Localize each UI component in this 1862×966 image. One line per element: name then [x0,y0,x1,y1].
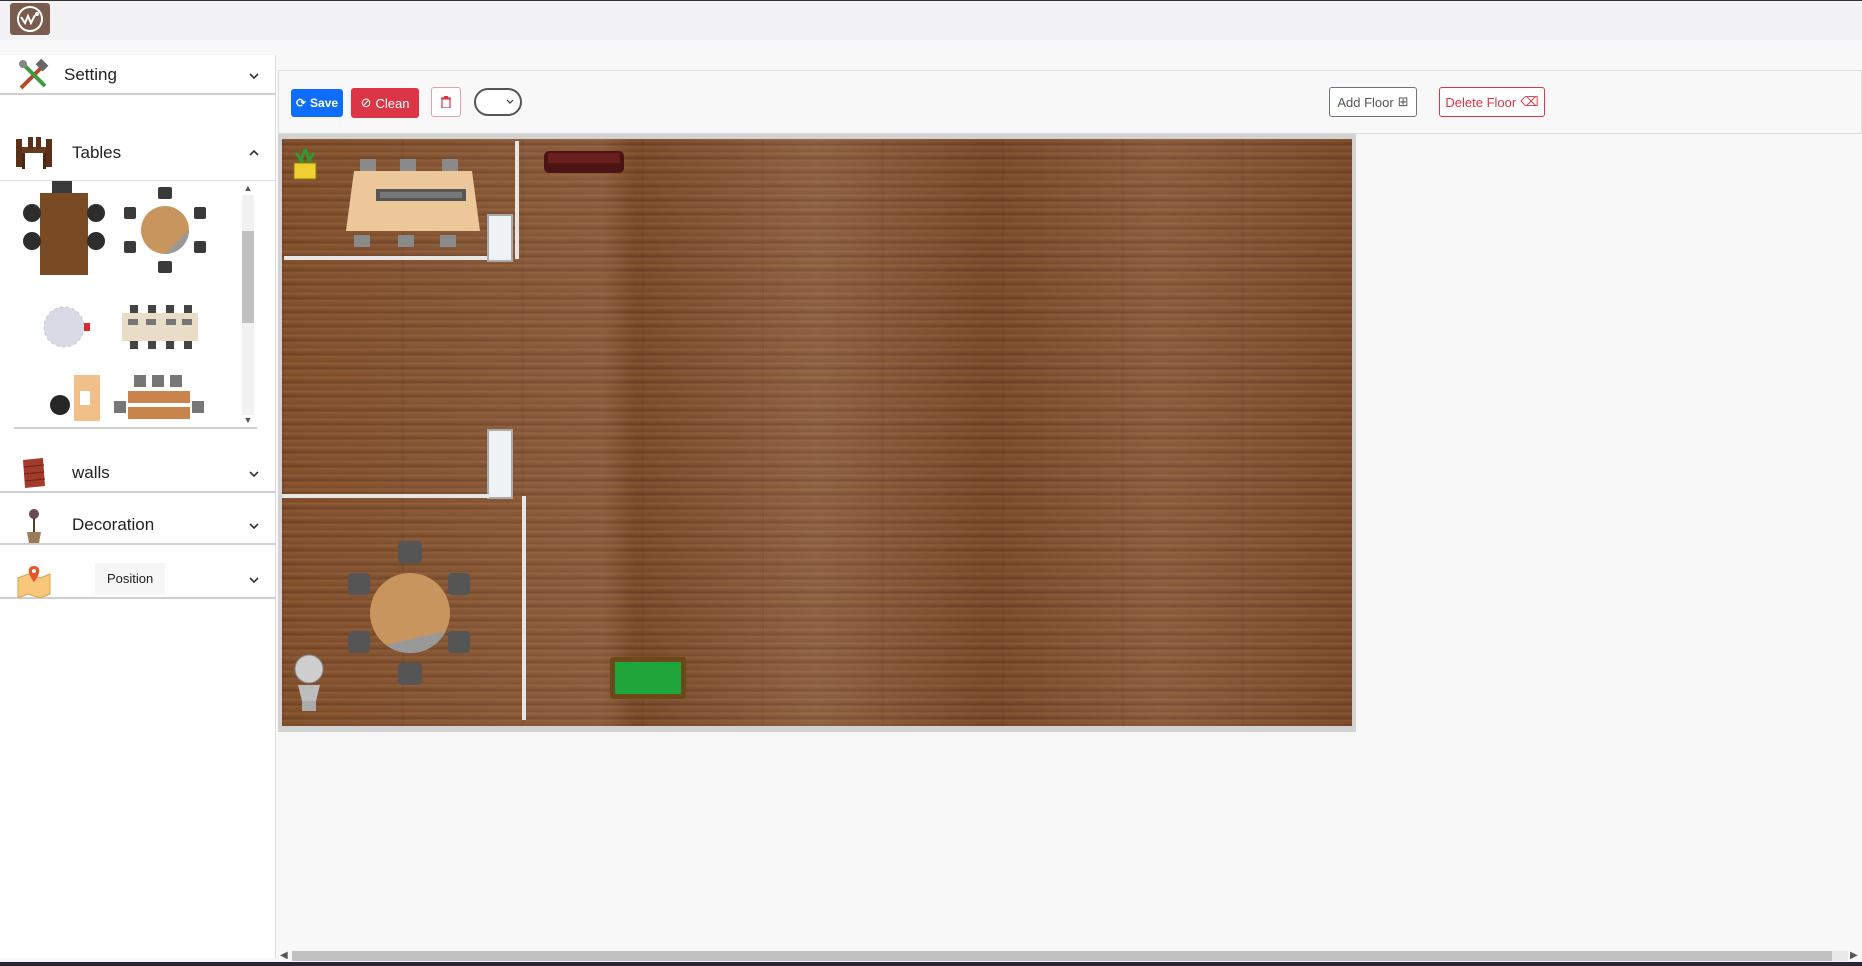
palette-meeting-table[interactable] [118,301,202,353]
palette-small-round-table[interactable] [36,299,96,355]
wall-segment[interactable] [515,141,519,259]
scroll-up-icon[interactable]: ▲ [243,183,253,193]
chevron-down-icon [249,523,259,530]
door-object[interactable] [487,429,513,499]
scroll-thumb[interactable] [242,231,254,323]
chevron-up-icon [249,149,259,156]
palette-bench-table[interactable] [114,373,204,421]
eraser-icon: ⌫ [1520,94,1539,109]
chevron-down-icon [249,577,259,584]
refresh-icon: ⟳ [295,96,307,110]
accordion-walls[interactable]: walls [0,453,276,493]
add-floor-button-label: Add Floor [1337,94,1394,110]
accordion-decoration[interactable]: Decoration [0,505,276,545]
clean-button-label: Clean [375,95,410,111]
plant-pot-icon [14,505,54,545]
scroll-thumb[interactable] [292,951,1832,961]
tools-icon [14,55,54,95]
save-button[interactable]: ⟳ Save [291,89,343,117]
tables-palette [14,181,257,429]
wall-segment[interactable] [522,496,526,720]
accordion-setting-label: Setting [64,65,117,84]
plus-square-icon: ⊞ [1397,94,1409,109]
map-pin-icon [14,561,54,601]
meeting-table-object[interactable] [342,159,492,249]
accordion-tables-label: Tables [72,143,122,162]
editor-toolbar: ⟳ Save ⊘ Clean Add Floor ⊞ Delete Floor … [278,70,1862,134]
scroll-down-icon[interactable]: ▼ [243,415,253,425]
plant-object[interactable] [290,145,320,181]
scroll-right-icon[interactable]: ▶ [1850,950,1858,961]
add-floor-button[interactable]: Add Floor ⊞ [1329,87,1417,117]
canvas-horizontal-scrollbar[interactable]: ◀ ▶ [278,950,1862,962]
palette-round-table[interactable] [120,185,210,275]
window-bottom-edge [0,962,1862,966]
palette-rect-table[interactable] [18,181,108,276]
ban-icon: ⊘ [360,95,372,110]
statue-object[interactable] [288,651,330,713]
delete-floor-button-label: Delete Floor [1445,94,1517,110]
dining-table-icon [14,133,54,173]
delete-object-button[interactable] [431,87,461,117]
clean-button[interactable]: ⊘ Clean [351,88,419,118]
floor-select[interactable] [474,88,522,116]
delete-floor-button[interactable]: Delete Floor ⌫ [1439,87,1545,117]
wood-floor [282,139,1352,726]
brand-logo-icon[interactable] [10,3,50,35]
chevron-down-icon [506,99,514,104]
pool-table-object[interactable] [610,657,686,699]
tables-scrollbar[interactable]: ▲ ▼ [240,181,256,429]
accordion-tables[interactable]: Tables [0,125,276,181]
accordion-setting[interactable]: Setting [0,55,276,95]
scroll-left-icon[interactable]: ◀ [280,950,288,961]
palette-desk[interactable] [44,371,104,423]
left-sidebar: Setting Tables ▲ ▼ walls Decoration Posi… [0,55,276,958]
door-object[interactable] [487,214,513,262]
floor-canvas[interactable] [278,134,1356,732]
accordion-walls-label: walls [72,463,110,482]
trash-icon [441,96,451,108]
wall-segment[interactable] [284,256,489,260]
sofa-object[interactable] [544,147,624,175]
save-button-label: Save [310,96,339,110]
wall-segment[interactable] [282,494,489,498]
accordion-position[interactable]: Position [0,559,276,599]
accordion-position-label: Position [95,563,166,595]
accordion-decoration-label: Decoration [72,515,155,534]
chevron-down-icon [249,73,259,80]
round-table-object[interactable] [342,539,482,689]
top-bar [0,0,1862,40]
chevron-down-icon [249,471,259,478]
brick-wall-icon [14,453,54,493]
